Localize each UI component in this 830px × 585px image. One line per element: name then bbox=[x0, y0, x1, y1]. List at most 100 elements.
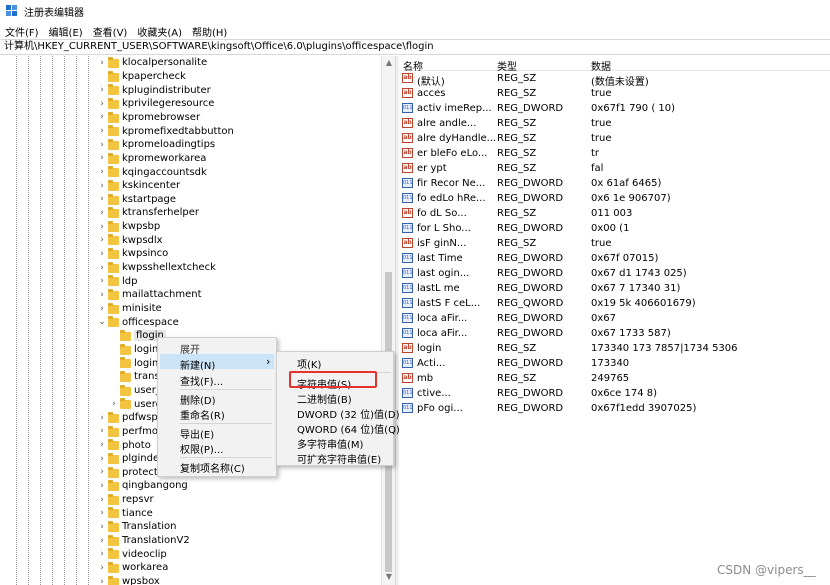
tree-item[interactable]: › mailattachment bbox=[0, 288, 380, 302]
chevron-right-icon[interactable]: › bbox=[97, 577, 107, 585]
scroll-down-icon[interactable]: ▼ bbox=[384, 572, 394, 581]
chevron-right-icon[interactable]: › bbox=[97, 563, 107, 573]
value-row[interactable]: 011 activ imeRep... REG_DWORD 0x67f1 790 ( … bbox=[399, 102, 830, 117]
menu-item-find[interactable]: 查找(F)... bbox=[180, 373, 223, 388]
chevron-right-icon[interactable]: › bbox=[97, 112, 107, 122]
chevron-right-icon[interactable]: › bbox=[97, 99, 107, 109]
chevron-right-icon[interactable]: › bbox=[97, 58, 107, 68]
value-row[interactable]: ab mb REG_SZ 249765 bbox=[399, 372, 830, 387]
value-row[interactable]: ab er bleFo eLo... REG_SZ tr bbox=[399, 147, 830, 162]
tree-item[interactable]: › kwpsdlx bbox=[0, 233, 380, 247]
column-name[interactable]: 名称 bbox=[403, 58, 423, 73]
value-row[interactable]: 011 ctive... REG_DWORD 0x6ce 174 8) bbox=[399, 387, 830, 402]
menu-item-export[interactable]: 导出(E) bbox=[180, 426, 214, 441]
registry-tree[interactable]: › klocalpersonalite kpapercheck › kplugindis… bbox=[0, 56, 395, 585]
value-row[interactable]: ab (默认) REG_SZ (数值未设置) bbox=[399, 72, 830, 88]
tree-item[interactable]: › kwpsinco bbox=[0, 247, 380, 261]
tree-item[interactable]: › videoclip bbox=[0, 547, 380, 561]
scroll-up-icon[interactable]: ▲ bbox=[384, 58, 394, 67]
chevron-right-icon[interactable]: › bbox=[97, 549, 107, 559]
tree-item[interactable]: › kwpsbp bbox=[0, 220, 380, 234]
column-data[interactable]: 数据 bbox=[591, 58, 611, 73]
tree-item[interactable]: › workarea bbox=[0, 561, 380, 575]
submenu-item-multi-string-value[interactable]: 多字符串值(M) bbox=[297, 436, 363, 451]
value-row[interactable]: 011 loca aFir... REG_DWORD 0x67 bbox=[399, 312, 830, 327]
tree-item[interactable]: › kskincenter bbox=[0, 179, 380, 193]
tree-item[interactable]: › kwpsshellextcheck bbox=[0, 261, 380, 275]
value-row[interactable]: 011 fir Recor Ne... REG_DWORD 0x 61af 6465) bbox=[399, 177, 830, 192]
chevron-right-icon[interactable]: › bbox=[97, 249, 107, 259]
value-row[interactable]: 011 Acti... REG_DWORD 173340 bbox=[399, 357, 830, 372]
chevron-right-icon[interactable]: › bbox=[97, 126, 107, 136]
value-row[interactable]: 011 lastL me REG_DWORD 0x67 7 17340 31) bbox=[399, 282, 830, 297]
chevron-right-icon[interactable]: › bbox=[97, 167, 107, 177]
tree-item[interactable]: › tiance bbox=[0, 506, 380, 520]
tree-item[interactable]: › kstartpage bbox=[0, 193, 380, 207]
chevron-right-icon[interactable]: › bbox=[97, 276, 107, 286]
tree-item[interactable]: › ldp bbox=[0, 274, 380, 288]
tree-item[interactable]: › wpsbox bbox=[0, 575, 380, 585]
chevron-down-icon[interactable]: ⌄ bbox=[97, 317, 107, 327]
tree-item[interactable]: › qingbangong bbox=[0, 479, 380, 493]
submenu-item-key[interactable]: 项(K) bbox=[297, 356, 321, 371]
tree-item[interactable]: › kpromebrowser bbox=[0, 111, 380, 125]
chevron-right-icon[interactable]: › bbox=[97, 235, 107, 245]
value-row[interactable]: ab login REG_SZ 173340 173 7857|1734 5306 bbox=[399, 342, 830, 357]
tree-item[interactable]: › klocalpersonalite bbox=[0, 56, 380, 70]
chevron-right-icon[interactable]: › bbox=[97, 481, 107, 491]
tree-item[interactable]: › minisite bbox=[0, 302, 380, 316]
value-row[interactable]: 011 last ogin... REG_DWORD 0x67 d1 1743 025… bbox=[399, 267, 830, 282]
chevron-right-icon[interactable]: › bbox=[97, 413, 107, 423]
menu-item-copy-key-name[interactable]: 复制项名称(C) bbox=[180, 460, 245, 475]
menu-item-permissions[interactable]: 权限(P)... bbox=[180, 441, 223, 456]
chevron-right-icon[interactable]: › bbox=[97, 522, 107, 532]
submenu-item-expandable-string-value[interactable]: 可扩充字符串值(E) bbox=[297, 451, 381, 466]
tree-item[interactable]: kpapercheck bbox=[0, 70, 380, 84]
value-row[interactable]: ab fo dL So... REG_SZ 011 003 bbox=[399, 207, 830, 222]
tree-item[interactable]: › ktransferhelper bbox=[0, 206, 380, 220]
menu-file[interactable]: 文件(F) bbox=[0, 24, 44, 39]
chevron-right-icon[interactable]: › bbox=[97, 85, 107, 95]
tree-item[interactable]: › kprivilegeresource bbox=[0, 97, 380, 111]
menu-item-expand[interactable]: 展开 bbox=[180, 341, 200, 356]
tree-item[interactable]: › kpromeloadingtips bbox=[0, 138, 380, 152]
menu-item-delete[interactable]: 删除(D) bbox=[180, 392, 216, 407]
menu-edit[interactable]: 编辑(E) bbox=[44, 24, 88, 39]
menu-view[interactable]: 查看(V) bbox=[88, 24, 133, 39]
chevron-right-icon[interactable]: › bbox=[97, 208, 107, 218]
tree-item[interactable]: › kqingaccountsdk bbox=[0, 165, 380, 179]
values-pane[interactable]: 名称 类型 数据 ab (默认) REG_SZ (数值未设置) ab acces REG_S… bbox=[399, 56, 830, 585]
menu-item-rename[interactable]: 重命名(R) bbox=[180, 407, 225, 422]
chevron-right-icon[interactable]: › bbox=[97, 440, 107, 450]
tree-item[interactable]: › TranslationV2 bbox=[0, 534, 380, 548]
menu-help[interactable]: 帮助(H) bbox=[187, 24, 232, 39]
chevron-right-icon[interactable]: › bbox=[97, 426, 107, 436]
chevron-right-icon[interactable]: › bbox=[97, 222, 107, 232]
tree-item[interactable]: › Translation bbox=[0, 520, 380, 534]
value-row[interactable]: 011 fo edLo hRe... REG_DWORD 0x6 1e 906707) bbox=[399, 192, 830, 207]
submenu-item-qword-value[interactable]: QWORD (64 位)值(Q) bbox=[297, 421, 400, 436]
chevron-right-icon[interactable]: › bbox=[97, 194, 107, 204]
chevron-right-icon[interactable]: › bbox=[97, 454, 107, 464]
value-row[interactable]: 011 lastS F ceL... REG_QWORD 0x19 5k 406601… bbox=[399, 297, 830, 312]
chevron-right-icon[interactable]: › bbox=[109, 399, 119, 409]
submenu-item-dword-value[interactable]: DWORD (32 位)值(D) bbox=[297, 406, 400, 421]
chevron-right-icon[interactable]: › bbox=[97, 508, 107, 518]
value-row[interactable]: ab alre andle... REG_SZ true bbox=[399, 117, 830, 132]
tree-item[interactable]: ⌄ officespace bbox=[0, 315, 380, 329]
tree-item[interactable]: › kpromefixedtabbutton bbox=[0, 124, 380, 138]
menu-item-new[interactable]: 新建(N) bbox=[180, 357, 215, 372]
chevron-right-icon[interactable]: › bbox=[97, 495, 107, 505]
chevron-right-icon[interactable]: › bbox=[97, 153, 107, 163]
value-row[interactable]: 011 for L Sho... REG_DWORD 0x00 (1 bbox=[399, 222, 830, 237]
chevron-right-icon[interactable]: › bbox=[97, 467, 107, 477]
value-row[interactable]: ab isF ginN... REG_SZ true bbox=[399, 237, 830, 252]
tree-scrollbar[interactable]: ▲ ▼ bbox=[381, 56, 395, 585]
chevron-right-icon[interactable]: › bbox=[97, 140, 107, 150]
menu-favorites[interactable]: 收藏夹(A) bbox=[132, 24, 187, 39]
chevron-right-icon[interactable]: › bbox=[97, 304, 107, 314]
tree-item[interactable]: › kpromeworkarea bbox=[0, 152, 380, 166]
tree-item[interactable]: › repsvr bbox=[0, 493, 380, 507]
chevron-right-icon[interactable]: › bbox=[97, 536, 107, 546]
value-row[interactable]: ab acces REG_SZ true bbox=[399, 87, 830, 102]
